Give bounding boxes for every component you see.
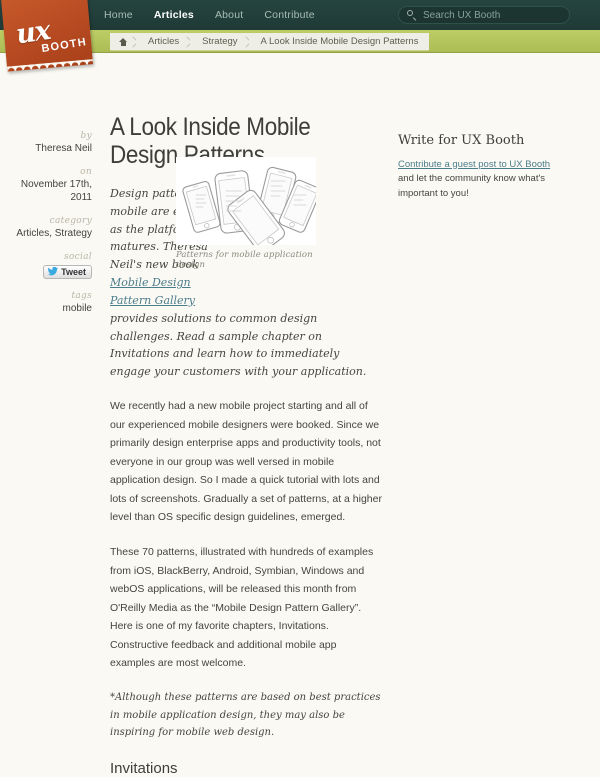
- home-icon: [119, 37, 128, 46]
- figure-caption: Patterns for mobile application design: [176, 250, 313, 270]
- article-figure: Patterns for mobile application design: [176, 157, 316, 270]
- meta-author: Theresa Neil: [35, 143, 92, 154]
- site-logo[interactable]: ux BOOTH: [0, 0, 94, 72]
- phones-illustration-image: [176, 157, 316, 245]
- article-paragraph-2: These 70 patterns, illustrated with hund…: [110, 545, 374, 670]
- breadcrumb: Articles Strategy A Look Inside Mobile D…: [110, 33, 430, 50]
- meta-on-label: on: [80, 167, 92, 177]
- breadcrumb-item-articles[interactable]: Articles: [136, 33, 191, 50]
- search-input[interactable]: [423, 9, 561, 21]
- nav-item-articles[interactable]: Articles: [154, 9, 194, 21]
- twitter-bird-icon: [48, 266, 59, 276]
- sidebar-contribute-link[interactable]: Contribute a guest post to UX Booth: [398, 159, 550, 170]
- nav-item-contribute[interactable]: Contribute: [264, 9, 314, 21]
- sidebar-text-after: and let the community know what's import…: [398, 173, 546, 199]
- meta-category: Articles, Strategy: [16, 228, 92, 239]
- nav-item-home[interactable]: Home: [104, 9, 133, 21]
- lead-link-mdpg[interactable]: Mobile Design Pattern Gallery: [110, 276, 195, 307]
- nav-item-about[interactable]: About: [215, 9, 243, 21]
- section-heading-invitations: Invitations: [110, 760, 178, 777]
- breadcrumb-item-home[interactable]: [110, 33, 136, 50]
- main-nav: Home Articles About Contribute: [104, 0, 315, 30]
- meta-social-label: social: [63, 252, 92, 262]
- meta-tags-label: tags: [71, 290, 92, 301]
- site-header: Home Articles About Contribute: [0, 0, 600, 30]
- breadcrumb-item-current: A Look Inside Mobile Design Patterns: [248, 33, 430, 50]
- tweet-button-label: Tweet: [61, 266, 86, 277]
- meta-tags: mobile: [62, 302, 92, 314]
- search-icon: [407, 9, 418, 21]
- article-meta: by Theresa Neil on November 17th, 2011 c…: [0, 131, 92, 327]
- search-box[interactable]: [398, 6, 570, 24]
- breadcrumb-item-strategy[interactable]: Strategy: [190, 33, 249, 50]
- article-paragraph-1: We recently had a new mobile project sta…: [110, 399, 382, 524]
- right-sidebar: Write for UX Booth Contribute a guest po…: [398, 133, 568, 211]
- sidebar-heading: Write for UX Booth: [398, 133, 525, 148]
- lead-text-part2: provides solutions to common design chal…: [110, 311, 367, 379]
- tweet-button[interactable]: Tweet: [43, 264, 92, 279]
- phones-illustration-svg: [182, 166, 316, 245]
- meta-by-label: by: [80, 131, 92, 141]
- meta-category-label: category: [49, 216, 92, 226]
- article-note: *Although these patterns are based on be…: [110, 692, 381, 739]
- sidebar-text: Contribute a guest post to UX Booth and …: [398, 158, 568, 202]
- meta-date: November 17th, 2011: [20, 179, 92, 203]
